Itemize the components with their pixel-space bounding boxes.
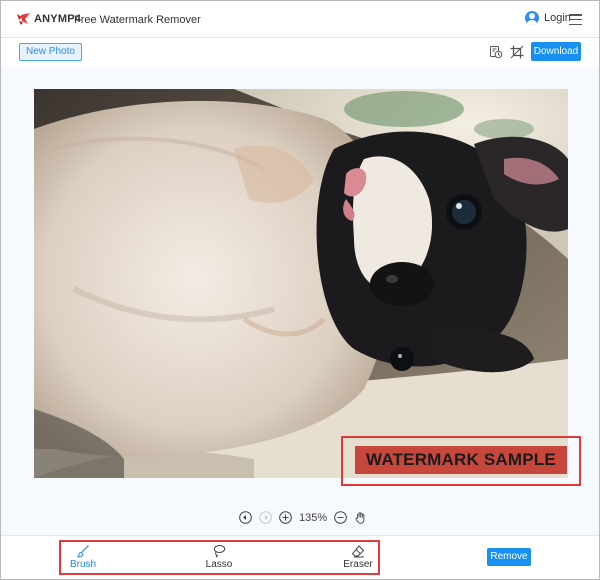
zoom-out-icon[interactable] xyxy=(334,511,347,524)
tool-brush-label: Brush xyxy=(69,559,97,570)
zoom-in-icon[interactable] xyxy=(279,511,292,524)
brand-logo[interactable]: ANYMP4 xyxy=(16,12,81,26)
login-label: Login xyxy=(544,12,571,24)
dog-photo-image xyxy=(34,89,568,478)
zoom-level: 135% xyxy=(299,511,328,524)
login-button[interactable]: Login xyxy=(525,11,571,25)
lasso-icon xyxy=(213,545,226,558)
user-avatar-icon xyxy=(525,11,539,25)
brush-icon xyxy=(77,545,89,558)
crop-icon[interactable] xyxy=(510,45,524,59)
bottom-toolbar: Brush Lasso Eraser Remove xyxy=(1,535,599,579)
app-title: Free Watermark Remover xyxy=(74,14,201,26)
anymp4-logo-icon xyxy=(17,13,30,25)
hand-pan-icon[interactable] xyxy=(354,511,367,524)
app-header: ANYMP4 Free Watermark Remover Login xyxy=(1,1,599,38)
toolbar: New Photo Download xyxy=(1,39,599,66)
zoom-controls: 135% xyxy=(239,511,367,524)
tool-brush[interactable]: Brush xyxy=(58,544,108,570)
history-icon[interactable] xyxy=(489,45,503,59)
uploaded-photo[interactable] xyxy=(34,89,568,478)
app-window: ANYMP4 Free Watermark Remover Login New … xyxy=(0,0,600,580)
new-photo-button[interactable]: New Photo xyxy=(19,43,82,61)
watermark-text[interactable]: WATERMARK SAMPLE xyxy=(355,446,567,474)
hamburger-menu-icon[interactable] xyxy=(569,14,582,25)
tool-lasso-label: Lasso xyxy=(205,559,233,570)
remove-button[interactable]: Remove xyxy=(487,548,531,566)
tool-lasso[interactable]: Lasso xyxy=(194,544,244,570)
download-button[interactable]: Download xyxy=(531,42,581,61)
redo-icon[interactable] xyxy=(259,511,272,524)
eraser-icon xyxy=(351,545,365,558)
tool-eraser[interactable]: Eraser xyxy=(333,544,383,570)
tool-eraser-label: Eraser xyxy=(343,559,373,570)
undo-icon[interactable] xyxy=(239,511,252,524)
